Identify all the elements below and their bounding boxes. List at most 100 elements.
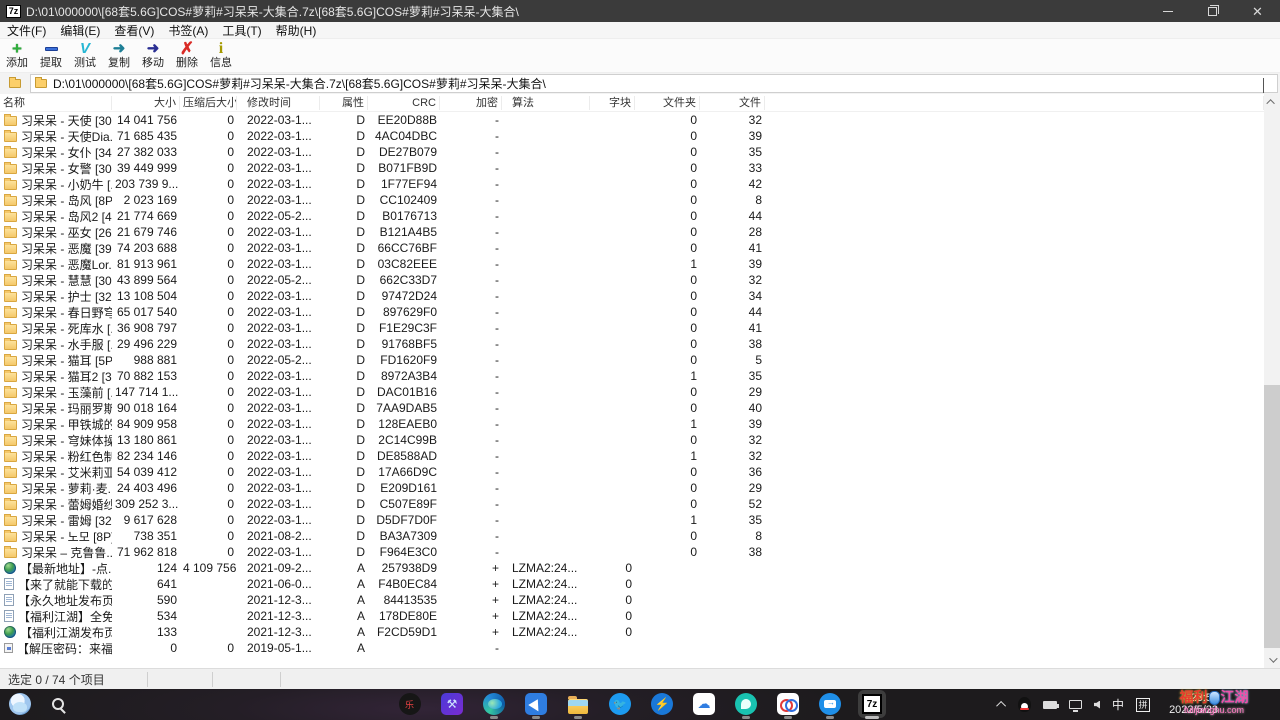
taskbar-app-thunder[interactable] [524, 692, 548, 716]
menu-edit[interactable]: 编辑(E) [53, 22, 107, 39]
tray-chevron-up-icon[interactable] [996, 701, 1006, 711]
minimize-button[interactable] [1145, 0, 1190, 22]
col-size[interactable]: 大小 [112, 96, 180, 110]
cell-name[interactable]: 习呆呆 - 天使Dia... [0, 128, 112, 145]
vertical-scrollbar[interactable] [1264, 94, 1280, 668]
table-row[interactable]: 习呆呆 - 恶魔 [39...74 203 68802022-03-1...D6… [0, 240, 1264, 256]
cell-name[interactable]: 习呆呆 - 岛风 [8P] [0, 192, 112, 209]
cell-name[interactable]: 习呆呆 - 死库水 [... [0, 320, 112, 337]
cell-name[interactable]: 习呆呆 - 慧慧 [30... [0, 272, 112, 289]
cell-name[interactable]: 习呆呆 - 恶魔 [39... [0, 240, 112, 257]
col-modified[interactable]: 修改时间 [237, 96, 320, 110]
cell-name[interactable]: 【解压密码：来福... [0, 640, 112, 657]
taskbar-clock[interactable]: 23:52 2022/5/23 [1169, 692, 1218, 716]
table-row[interactable]: 习呆呆 - 春日野穹...65 017 54002022-03-1...D897… [0, 304, 1264, 320]
menu-bookmarks[interactable]: 书签(A) [161, 22, 215, 39]
table-row[interactable]: 习呆呆 - 水手服 [...29 496 22902022-03-1...D91… [0, 336, 1264, 352]
add-button[interactable]: + 添加 [0, 39, 34, 72]
table-row[interactable]: 习呆呆 - 小奶牛 [...203 739 9...02022-03-1...D… [0, 176, 1264, 192]
cell-name[interactable]: 习呆呆 - 巫女 [26... [0, 224, 112, 241]
cell-name[interactable]: 【福利江湖发布页... [0, 624, 112, 641]
address-input[interactable]: D:\01\000000\[68套5.6G]COS#萝莉#习呆呆-大集合.7z\… [30, 74, 1278, 93]
cell-name[interactable]: 【最新地址】-点... [0, 560, 112, 577]
cell-name[interactable]: 【永久地址发布页... [0, 592, 112, 609]
col-attributes[interactable]: 属性 [320, 96, 368, 110]
cell-name[interactable]: 习呆呆 - 女警 [30... [0, 160, 112, 177]
scroll-down-button[interactable] [1264, 652, 1280, 668]
table-row[interactable]: 【来了就能下载的...6412021-06-0...AF4B0EC84+LZMA… [0, 576, 1264, 592]
cell-name[interactable]: 习呆呆 - 小奶牛 [... [0, 176, 112, 193]
cell-name[interactable]: 习呆呆 - 女仆 [34... [0, 144, 112, 161]
copy-button[interactable]: ➜ 复制 [102, 39, 136, 72]
col-name[interactable]: 名称 [0, 96, 112, 110]
table-row[interactable]: 习呆呆 - 天使Dia...71 685 43502022-03-1...D4A… [0, 128, 1264, 144]
menu-view[interactable]: 查看(V) [107, 22, 161, 39]
col-crc[interactable]: CRC [368, 96, 440, 110]
cell-name[interactable]: 习呆呆 - 艾米莉亚... [0, 464, 112, 481]
cell-name[interactable]: 习呆呆 - 玛丽罗斯... [0, 400, 112, 417]
table-row[interactable]: 习呆呆 - 粉红色制...82 234 14602022-03-1...DDE8… [0, 448, 1264, 464]
battery-icon[interactable] [1043, 701, 1057, 709]
cell-name[interactable]: 习呆呆 - 蕾姆婚纱... [0, 496, 112, 513]
parent-folder-button[interactable] [4, 75, 26, 92]
col-folders[interactable]: 文件夹 [635, 96, 700, 110]
table-row[interactable]: 习呆呆 - 巫女 [26...21 679 74602022-03-1...DB… [0, 224, 1264, 240]
cell-name[interactable]: 习呆呆 - 玉藻前 [... [0, 384, 112, 401]
cell-name[interactable]: 习呆呆 - 甲铁城的... [0, 416, 112, 433]
start-button[interactable] [8, 692, 32, 716]
qq-penguin-tray-icon[interactable] [1018, 697, 1031, 712]
table-row[interactable]: 习呆呆 - 死库水 [...36 908 79702022-03-1...DF1… [0, 320, 1264, 336]
taskbar-search-button[interactable] [46, 692, 70, 716]
table-row[interactable]: 习呆呆 - 蕾姆婚纱...309 252 3...02022-03-1...DC… [0, 496, 1264, 512]
taskbar-app-cloud[interactable]: ☁ [692, 692, 716, 716]
col-method[interactable]: 算法 [502, 96, 590, 110]
table-row[interactable]: 习呆呆 - 萝莉·麦...24 403 49602022-03-1...DE20… [0, 480, 1264, 496]
table-row[interactable]: 习呆呆 - 猫耳 [5P]988 88102022-05-2...DFD1620… [0, 352, 1264, 368]
table-row[interactable]: 习呆呆 - 玛丽罗斯...90 018 16402022-03-1...D7AA… [0, 400, 1264, 416]
cell-name[interactable]: 习呆呆 - 岛风2 [4... [0, 208, 112, 225]
table-row[interactable]: 习呆呆 - 天使 [30...14 041 75602022-03-1...DE… [0, 112, 1264, 128]
col-packed-size[interactable]: 压缩后大小 [180, 96, 237, 110]
taskbar-app-7zip[interactable]: 7z [860, 692, 884, 716]
table-row[interactable]: 习呆呆 - 慧慧 [30...43 899 56402022-05-2...D6… [0, 272, 1264, 288]
cell-name[interactable]: 习呆呆 - 恶魔Lor... [0, 256, 112, 273]
table-row[interactable]: 习呆呆 - 岛风2 [4...21 774 66902022-05-2...DB… [0, 208, 1264, 224]
menu-help[interactable]: 帮助(H) [269, 22, 324, 39]
address-dropdown-button[interactable] [1263, 78, 1275, 90]
table-row[interactable]: 习呆呆 - 护士 [32...13 108 50402022-03-1...D9… [0, 288, 1264, 304]
extract-button[interactable]: 提取 [34, 39, 68, 72]
maximize-button[interactable] [1190, 0, 1235, 22]
table-row[interactable]: 【最新地址】-点...1244 109 756 ...2021-09-2...A… [0, 560, 1264, 576]
col-encrypted[interactable]: 加密 [440, 96, 502, 110]
table-row[interactable]: 习呆呆 - 恶魔Lor...81 913 96102022-03-1...D03… [0, 256, 1264, 272]
table-row[interactable]: 【永久地址发布页...5902021-12-3...A84413535+LZMA… [0, 592, 1264, 608]
cell-name[interactable]: 【来了就能下载的... [0, 576, 112, 593]
table-row[interactable]: 【福利江湖】全免...5342021-12-3...A178DE80E+LZMA… [0, 608, 1264, 624]
cell-name[interactable]: 习呆呆 - 天使 [30... [0, 112, 112, 129]
taskbar-app-lightning[interactable]: ⚡ [650, 692, 674, 716]
cell-name[interactable]: 【福利江湖】全免... [0, 608, 112, 625]
test-button[interactable]: V 测试 [68, 39, 102, 72]
taskbar-app-knot[interactable] [776, 692, 800, 716]
move-button[interactable]: ➜ 移动 [136, 39, 170, 72]
menu-file[interactable]: 文件(F) [0, 22, 53, 39]
table-row[interactable]: 习呆呆 - 艾米莉亚...54 039 41202022-03-1...D17A… [0, 464, 1264, 480]
ime-language-indicator[interactable]: 中 [1112, 696, 1124, 713]
cell-name[interactable]: 习呆呆 - 萝莉·麦... [0, 480, 112, 497]
col-files[interactable]: 文件 [700, 96, 765, 110]
info-button[interactable]: i 信息 [204, 39, 238, 72]
taskbar-app-twitter[interactable]: 🐦 [608, 692, 632, 716]
delete-button[interactable]: ✗ 删除 [170, 39, 204, 72]
taskbar-app-explorer[interactable] [566, 692, 590, 716]
table-row[interactable]: 习呆呆 - 女仆 [34...27 382 03302022-03-1...DD… [0, 144, 1264, 160]
table-row[interactable]: 【解压密码：来福...002019-05-1...A- [0, 640, 1264, 656]
cell-name[interactable]: 习呆呆 - 노모 [8P] [0, 528, 112, 545]
display-icon[interactable] [1069, 700, 1082, 709]
scrollbar-thumb[interactable] [1264, 385, 1280, 648]
col-block[interactable]: 字块 [590, 96, 635, 110]
table-row[interactable]: 习呆呆 - 雷姆 [32...9 617 62802022-03-1...DD5… [0, 512, 1264, 528]
table-row[interactable]: 习呆呆 - 甲铁城的...84 909 95802022-03-1...D128… [0, 416, 1264, 432]
cell-name[interactable]: 习呆呆 - 护士 [32... [0, 288, 112, 305]
cell-name[interactable]: 习呆呆 - 粉红色制... [0, 448, 112, 465]
table-row[interactable]: 习呆呆 - 岛风 [8P]2 023 16902022-03-1...DCC10… [0, 192, 1264, 208]
